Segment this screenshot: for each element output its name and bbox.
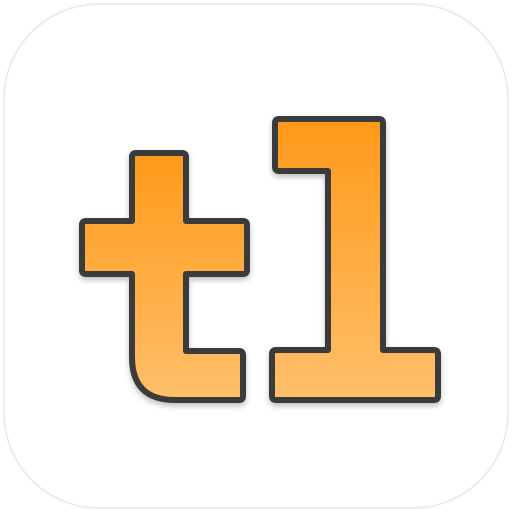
app-icon-tile[interactable] bbox=[3, 3, 509, 509]
digit-one-glyph bbox=[269, 116, 441, 403]
t1-logo-icon bbox=[79, 116, 441, 403]
letter-t-glyph bbox=[79, 150, 250, 403]
